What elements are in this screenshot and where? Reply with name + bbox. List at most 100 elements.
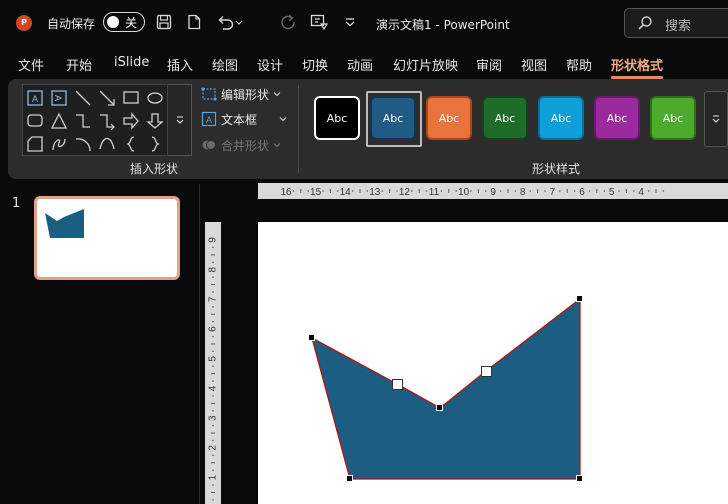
freeform-shape[interactable] — [310, 297, 581, 480]
tab-help[interactable]: 帮助 — [566, 55, 592, 74]
tab-design[interactable]: 设计 — [257, 55, 283, 74]
textbox-button[interactable]: A 文本框 — [201, 109, 287, 129]
ruler-label: 8 — [208, 266, 219, 272]
tab-draw[interactable]: 绘图 — [212, 55, 238, 74]
tab-animations[interactable]: 动画 — [347, 55, 373, 74]
ruler-label: 4 — [638, 187, 644, 198]
arc-shape-icon[interactable] — [72, 133, 94, 155]
oval-shape-icon[interactable] — [144, 87, 166, 109]
tab-islide[interactable]: iSlide — [114, 55, 149, 70]
ruler-label: 1 — [208, 474, 219, 480]
horizontal-ruler-ticks: 16 15 14 13 12 11 10 9 8 7 6 5 4 — [280, 187, 665, 198]
shape-style-light-blue[interactable]: Abc — [538, 96, 584, 140]
elbow-arrow-connector-shape-icon[interactable] — [96, 110, 118, 132]
new-file-icon[interactable] — [186, 14, 202, 30]
rectangle-shape-icon[interactable] — [120, 87, 142, 109]
left-brace-shape-icon[interactable] — [120, 133, 142, 155]
edit-shape-button[interactable]: 编辑形状 — [201, 84, 281, 104]
ruler-tick — [573, 190, 576, 192]
ruler-label: 8 — [520, 187, 526, 198]
search-icon — [637, 15, 653, 34]
ruler-label: 5 — [609, 187, 615, 198]
ruler-tick — [529, 190, 531, 192]
chevron-down-icon — [712, 115, 720, 123]
ruler-tick — [337, 190, 339, 192]
save-icon[interactable] — [156, 14, 172, 30]
shape-styles-expand-button[interactable] — [704, 91, 728, 147]
merge-shapes-button[interactable]: 合并形状 — [201, 135, 281, 155]
customize-qat-icon[interactable] — [342, 14, 358, 30]
line-shape-icon[interactable] — [72, 87, 94, 109]
ruler-tick — [212, 335, 214, 338]
shapes-gallery-expand-button[interactable] — [168, 84, 192, 156]
vertex-handle[interactable] — [576, 475, 583, 482]
right-brace-shape-icon[interactable] — [144, 133, 166, 155]
tab-insert[interactable]: 插入 — [167, 55, 193, 74]
ruler-tick — [366, 190, 369, 192]
shape-styles-group-label: 形状样式 — [532, 162, 581, 176]
tab-home[interactable]: 开始 — [66, 55, 92, 74]
search-box[interactable]: 搜索 — [624, 8, 728, 38]
redo-icon[interactable] — [280, 14, 296, 30]
ruler-label: 6 — [579, 187, 585, 198]
shape-style-orange[interactable]: Abc — [426, 96, 472, 140]
snip-rectangle-shape-icon[interactable] — [24, 133, 46, 155]
ribbon-panel: A A 编辑形状 A 文本框 合并形状 插入形状 Abc Abc Abc Abc… — [8, 79, 728, 179]
tab-slideshow[interactable]: 幻灯片放映 — [393, 55, 458, 74]
shape-style-light-green[interactable]: Abc — [650, 96, 696, 140]
ruler-tick — [292, 190, 295, 192]
ruler-tick — [633, 190, 635, 192]
vertical-textbox-shape-icon[interactable]: A — [48, 87, 70, 109]
style-preview-text: Abc — [606, 111, 628, 125]
curve-shape-icon[interactable] — [96, 133, 118, 155]
arrow-line-shape-icon[interactable] — [96, 87, 118, 109]
tab-view[interactable]: 视图 — [521, 55, 547, 74]
ruler-label: 3 — [208, 415, 219, 421]
segment-handle[interactable] — [481, 366, 492, 377]
vertex-handle[interactable] — [436, 404, 443, 411]
triangle-shape-icon[interactable] — [48, 110, 70, 132]
ruler-tick — [381, 190, 383, 192]
ruler-label: 9 — [490, 187, 496, 198]
pane-divider — [199, 184, 200, 504]
vertex-handle[interactable] — [576, 295, 583, 302]
rounded-rectangle-shape-icon[interactable] — [24, 110, 46, 132]
present-icon[interactable] — [310, 14, 330, 30]
shape-style-green[interactable]: Abc — [482, 96, 528, 140]
ruler-label: 6 — [208, 326, 219, 332]
ruler-tick — [212, 395, 214, 397]
right-arrow-shape-icon[interactable] — [120, 110, 142, 132]
segment-handle[interactable] — [392, 379, 403, 390]
slide-canvas[interactable] — [258, 222, 728, 504]
ruler-tick — [212, 454, 214, 457]
ruler-label: 7 — [550, 187, 556, 198]
elbow-connector-shape-icon[interactable] — [72, 110, 94, 132]
toggle-knob — [107, 16, 119, 28]
shape-style-purple[interactable]: Abc — [594, 96, 640, 140]
chevron-down-icon — [279, 117, 287, 122]
tab-file[interactable]: 文件 — [18, 55, 44, 74]
svg-text:A: A — [206, 115, 212, 125]
ruler-tick — [485, 190, 487, 192]
undo-icon[interactable] — [216, 14, 244, 30]
slide-shapes — [310, 297, 581, 480]
style-preview-text: Abc — [550, 111, 572, 125]
ruler-tick — [425, 190, 428, 192]
tab-transitions[interactable]: 切换 — [302, 55, 328, 74]
tab-shape-format[interactable]: 形状格式 — [611, 55, 664, 79]
vertex-handle[interactable] — [346, 475, 353, 482]
autosave-toggle[interactable]: 关 — [103, 12, 145, 32]
freeform-scribble-shape-icon[interactable] — [48, 133, 70, 155]
vertex-handle[interactable] — [308, 334, 315, 341]
shape-style-blue[interactable]: Abc — [370, 96, 416, 140]
down-arrow-shape-icon[interactable] — [144, 110, 166, 132]
ruler-tick — [212, 246, 214, 249]
ruler-tick — [662, 190, 665, 192]
slide-thumbnail[interactable] — [34, 196, 180, 280]
style-preview-text: Abc — [438, 111, 460, 125]
insert-shapes-group-label: 插入形状 — [130, 162, 179, 176]
merge-shapes-label: 合并形状 — [221, 138, 270, 153]
tab-review[interactable]: 审阅 — [476, 55, 502, 74]
textbox-shape-icon[interactable]: A — [24, 87, 46, 109]
shape-style-black[interactable]: Abc — [314, 96, 360, 140]
